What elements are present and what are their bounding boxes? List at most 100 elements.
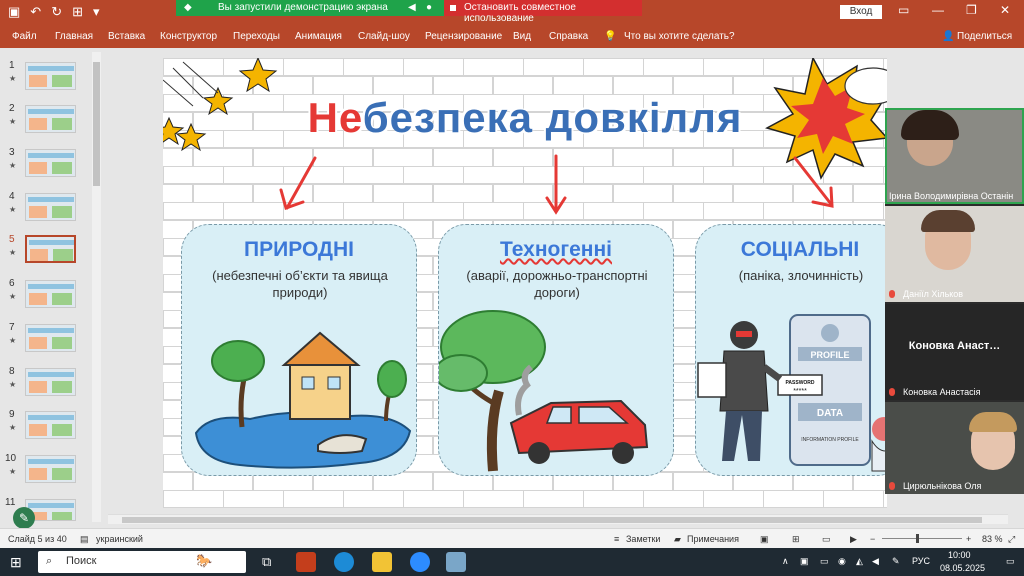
task-view-icon[interactable]: ⧉ — [262, 554, 271, 570]
tray-app-icon[interactable]: ▣ — [800, 556, 809, 567]
slide-thumbnail-2[interactable] — [25, 105, 76, 133]
tray-camera-icon[interactable]: ◉ — [838, 556, 846, 567]
signin-button[interactable]: Вход — [840, 5, 882, 19]
share-notice: Вы запустили демонстрацию экрана — [218, 2, 388, 13]
tray-expand-icon[interactable]: ∧ — [782, 556, 789, 567]
reading-view-icon[interactable]: ▭ — [822, 534, 831, 545]
file-explorer-icon[interactable] — [372, 552, 392, 572]
slide-number: 9 — [9, 409, 15, 420]
slide-thumbnail-1[interactable] — [25, 62, 76, 90]
tab-slideshow[interactable]: Слайд-шоу — [358, 31, 410, 42]
clock-date[interactable]: 08.05.2025 — [940, 563, 985, 573]
undo-icon[interactable]: ↶ — [30, 4, 41, 20]
windows-start-icon[interactable]: ⊞ — [10, 554, 22, 571]
paint-icon[interactable] — [446, 552, 466, 572]
slide-thumbnail-10[interactable] — [25, 455, 76, 483]
car-crash-illustration — [439, 310, 649, 472]
customize-icon[interactable]: ▾ — [93, 4, 100, 20]
battery-icon[interactable]: ▭ — [820, 556, 829, 567]
tab-design[interactable]: Конструктор — [160, 31, 217, 42]
fit-slide-icon[interactable]: ⤢ — [1008, 534, 1015, 545]
tab-view[interactable]: Вид — [513, 31, 531, 42]
slide-thumbnail-3[interactable] — [25, 149, 76, 177]
clock-time[interactable]: 10:00 — [948, 550, 971, 560]
participant-tile[interactable]: Цирюльнікова Оля — [885, 402, 1024, 494]
participant-tile[interactable]: Даніїл Хільков — [885, 206, 1024, 302]
participant-tile[interactable]: Коновка Анаст… Коновка Анастасія — [885, 304, 1024, 400]
slide-thumbnail-7[interactable] — [25, 324, 76, 352]
slide-title[interactable]: Небезпека довкілля — [163, 94, 887, 142]
zoom-slider[interactable] — [882, 534, 962, 543]
ribbon-display-icon[interactable]: ▭ — [898, 3, 909, 17]
tab-review[interactable]: Рецензирование — [425, 31, 502, 42]
participant-tile[interactable]: Ірина Володимирівна Останін — [885, 108, 1024, 204]
muted-mic-icon — [889, 482, 895, 490]
share-button[interactable]: Поделиться — [957, 31, 1012, 42]
powerpoint-icon[interactable] — [296, 552, 316, 572]
tab-animations[interactable]: Анимация — [295, 31, 342, 42]
slide-thumbnail-5[interactable] — [25, 235, 76, 263]
zoom-level[interactable]: 83 % — [982, 534, 1003, 544]
notes-button[interactable]: Заметки — [626, 534, 660, 544]
slide-horizontal-scrollbar[interactable] — [108, 514, 1008, 524]
share-logo-icon: ◆ — [184, 2, 192, 13]
information-profile-label: INFORMATION PROFILE — [801, 437, 859, 443]
spellcheck-icon[interactable]: ▤ — [80, 534, 89, 545]
participant-hair — [921, 210, 975, 232]
tab-file[interactable]: Файл — [12, 31, 37, 42]
network-icon[interactable]: ◭ — [856, 556, 863, 567]
muted-mic-icon — [889, 290, 895, 298]
zoom-out-icon[interactable]: − — [870, 534, 875, 544]
redo-icon[interactable]: ↻ — [51, 4, 62, 20]
pen-icon[interactable]: ✎ — [13, 507, 35, 529]
comments-icon: ▰ — [674, 534, 681, 544]
card-social[interactable]: СОЦІАЛЬНІ (паніка, злочинність) PROFILE … — [695, 224, 887, 476]
tab-home[interactable]: Главная — [55, 31, 93, 42]
slide-thumbnail-8[interactable] — [25, 368, 76, 396]
tell-me-search[interactable]: Что вы хотите сделать? — [624, 31, 735, 42]
slide-thumbnail-6[interactable] — [25, 280, 76, 308]
status-bar: Слайд 5 из 40 ▤ украинский ≡ Заметки ▰ П… — [0, 528, 1024, 548]
card-technogenic[interactable]: Техногенні (аварії, дорожньо-транспортні… — [438, 224, 674, 476]
title-bar: ▣ ↶ ↻ ⊞ ▾ ◆ Вы запустили демонстрацию эк… — [0, 0, 1024, 24]
language-switcher[interactable]: РУС — [912, 556, 930, 566]
animation-star-icon: ★ — [9, 161, 17, 170]
speaker-icon[interactable]: ◀ — [408, 2, 416, 13]
slide-thumbnail-9[interactable] — [25, 411, 76, 439]
card-subtitle: (паніка, злочинність) — [738, 268, 864, 283]
comments-button[interactable]: Примечания — [687, 534, 739, 544]
thumbnail-scrollbar[interactable] — [92, 52, 101, 522]
save-icon[interactable]: ▣ — [8, 4, 20, 20]
minimize-icon[interactable]: — — [932, 3, 944, 17]
notifications-icon[interactable]: ▭ — [1006, 556, 1015, 567]
tab-help[interactable]: Справка — [549, 31, 588, 42]
ribbon-tabs: Файл Главная Вставка Конструктор Переход… — [0, 24, 1024, 48]
pen-tray-icon[interactable]: ✎ — [892, 556, 900, 567]
slide-number: 2 — [9, 103, 15, 114]
restore-icon[interactable]: ❐ — [966, 3, 977, 17]
slideshow-view-icon[interactable]: ▶ — [850, 534, 857, 545]
card-heading: СОЦІАЛЬНІ — [740, 238, 860, 261]
volume-icon[interactable]: ◀ — [872, 556, 879, 567]
zoom-in-icon[interactable]: + — [966, 534, 971, 544]
slide-title-rest: безпека довкілля — [362, 94, 743, 141]
taskbar-search[interactable]: ⌕ Поиск 🐎 — [38, 551, 246, 573]
tab-insert[interactable]: Вставка — [108, 31, 145, 42]
zoom-app-icon[interactable] — [410, 552, 430, 572]
stop-share-button[interactable]: Остановить совместное использование — [444, 0, 642, 24]
slide-number: 8 — [9, 366, 15, 377]
tab-transitions[interactable]: Переходы — [233, 31, 280, 42]
present-icon[interactable]: ⊞ — [72, 4, 83, 20]
slide-thumbnail-4[interactable] — [25, 193, 76, 221]
card-natural[interactable]: ПРИРОДНІ (небезпечні об’єкти та явища пр… — [181, 224, 417, 476]
zoom-slider-thumb[interactable] — [916, 534, 919, 543]
participant-hair — [901, 110, 959, 140]
edge-icon[interactable] — [334, 552, 354, 572]
search-icon: ⌕ — [46, 555, 53, 567]
close-icon[interactable]: ✕ — [1000, 3, 1010, 17]
normal-view-icon[interactable]: ▣ — [760, 534, 769, 545]
person-icon: 👤 — [942, 31, 955, 42]
language-indicator[interactable]: украинский — [96, 534, 143, 544]
slide-number: 10 — [5, 453, 17, 464]
sorter-view-icon[interactable]: ⊞ — [792, 534, 800, 545]
